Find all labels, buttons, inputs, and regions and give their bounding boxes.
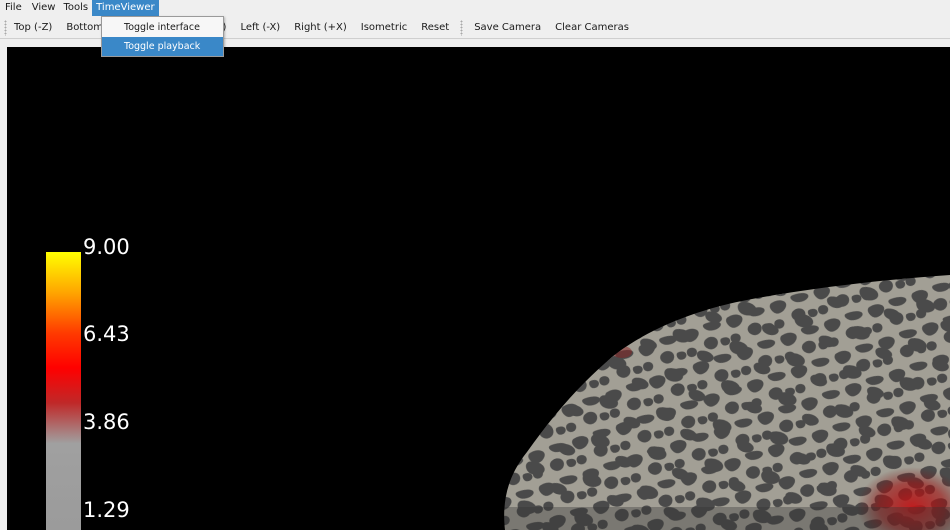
menu-tools[interactable]: Tools: [59, 0, 92, 16]
toggle-playback-menu-item[interactable]: Toggle playback: [102, 37, 223, 56]
toolbar-separator: [460, 19, 464, 36]
brain-surface[interactable]: [7, 47, 950, 530]
toolbar-grip-handle[interactable]: [4, 19, 7, 36]
menu-timeviewer[interactable]: TimeViewer: [92, 0, 159, 16]
camera-right-button[interactable]: Right (+X): [287, 18, 354, 38]
timeviewer-dropdown-menu: Toggle interface Toggle playback: [101, 16, 224, 57]
menu-file[interactable]: File: [5, 0, 22, 16]
camera-top-button[interactable]: Top (-Z): [12, 18, 59, 38]
colorbar: [46, 252, 81, 530]
colorbar-max-label: 9.00: [83, 235, 130, 259]
render-viewport[interactable]: 9.00 6.43 3.86 1.29: [7, 47, 950, 530]
clear-cameras-button[interactable]: Clear Cameras: [548, 18, 636, 38]
menu-view[interactable]: View: [28, 0, 60, 16]
colorbar-label-2: 6.43: [83, 322, 130, 346]
camera-reset-button[interactable]: Reset: [414, 18, 456, 38]
camera-left-button[interactable]: Left (-X): [233, 18, 287, 38]
toggle-interface-menu-item[interactable]: Toggle interface: [102, 18, 223, 37]
camera-isometric-button[interactable]: Isometric: [354, 18, 414, 38]
colorbar-label-3: 3.86: [83, 410, 130, 434]
colorbar-label-4: 1.29: [83, 498, 130, 522]
menu-bar: File View Tools TimeViewer: [0, 0, 950, 16]
save-camera-button[interactable]: Save Camera: [467, 18, 548, 38]
